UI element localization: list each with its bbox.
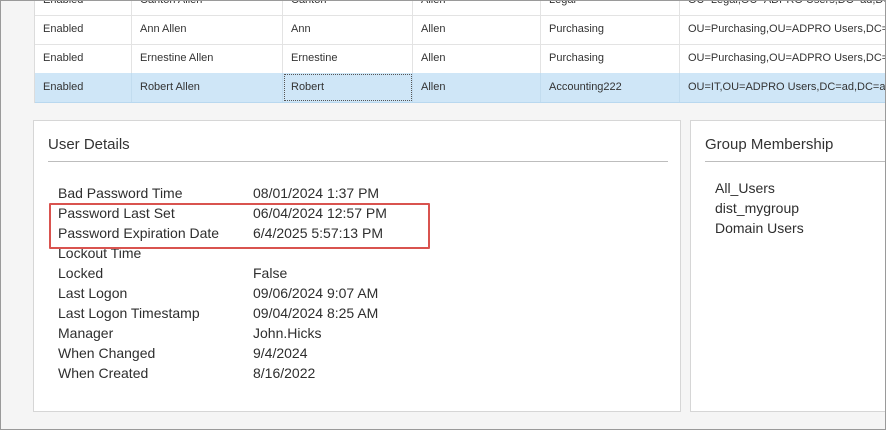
cell-first-name[interactable]: Canton xyxy=(283,1,413,15)
cell-last-name[interactable]: Allen xyxy=(413,44,541,73)
detail-value: 8/16/2022 xyxy=(253,365,316,381)
cell-ou[interactable]: OU=IT,OU=ADPRO Users,DC=ad,DC=a xyxy=(680,73,885,102)
cell-status[interactable]: Enabled xyxy=(35,44,132,73)
user-details-divider xyxy=(48,161,668,162)
cell-ou[interactable]: OU=Purchasing,OU=ADPRO Users,DC=a xyxy=(680,44,885,73)
cell-first-name[interactable]: Ann xyxy=(283,15,413,44)
table-row[interactable]: Enabled Canton Allen Canton Allen Legal OU=Le… xyxy=(35,1,885,16)
group-list-item[interactable]: All_Users xyxy=(715,178,775,198)
cell-department[interactable]: Purchasing xyxy=(541,44,680,73)
cell-display-name[interactable]: Robert Allen xyxy=(132,73,283,102)
cell-ou[interactable]: OU=Legal,OU=ADPRO Users,DC=ad,DC=a xyxy=(680,1,885,15)
detail-label: Locked xyxy=(58,265,104,281)
cell-last-name[interactable]: Allen xyxy=(413,73,541,102)
detail-value: False xyxy=(253,265,288,281)
group-membership-divider xyxy=(705,161,885,162)
cell-display-name[interactable]: Canton Allen xyxy=(132,1,283,15)
group-membership-title: Group Membership xyxy=(705,136,834,153)
table-row[interactable]: Enabled Robert Allen Robert Allen Accounting… xyxy=(35,73,885,103)
group-list-item[interactable]: dist_mygroup xyxy=(715,198,799,218)
window-frame: Enabled Canton Allen Canton Allen Legal OU=Le… xyxy=(0,0,886,430)
cell-department[interactable]: Purchasing xyxy=(541,15,680,44)
detail-label: Manager xyxy=(58,325,114,341)
detail-label: Last Logon Timestamp xyxy=(58,305,200,321)
cell-department[interactable]: Accounting222 xyxy=(541,73,680,102)
cell-status[interactable]: Enabled xyxy=(35,1,132,15)
detail-label: When Changed xyxy=(58,345,156,361)
detail-value: 9/4/2024 xyxy=(253,345,308,361)
cell-status[interactable]: Enabled xyxy=(35,73,132,102)
cell-first-name[interactable]: Robert xyxy=(283,73,413,102)
cell-status[interactable]: Enabled xyxy=(35,15,132,44)
detail-value: 09/04/2024 8:25 AM xyxy=(253,305,379,321)
cell-last-name[interactable]: Allen xyxy=(413,15,541,44)
table-row[interactable]: Enabled Ernestine Allen Ernestine Allen Purc… xyxy=(35,44,885,74)
cell-display-name[interactable]: Ernestine Allen xyxy=(132,44,283,73)
user-details-title: User Details xyxy=(48,136,130,153)
detail-value: 09/06/2024 9:07 AM xyxy=(253,285,379,301)
detail-value: John.Hicks xyxy=(253,325,322,341)
table-row[interactable]: Enabled Ann Allen Ann Allen Purchasing OU=Pur… xyxy=(35,15,885,45)
detail-label: Last Logon xyxy=(58,285,128,301)
detail-label: When Created xyxy=(58,365,149,381)
user-details-panel: User Details Bad Password Time 08/01/2024… xyxy=(33,120,681,412)
detail-value: 08/01/2024 1:37 PM xyxy=(253,185,380,201)
users-grid[interactable]: Enabled Canton Allen Canton Allen Legal OU=Le… xyxy=(34,1,885,103)
cell-ou[interactable]: OU=Purchasing,OU=ADPRO Users,DC=a xyxy=(680,15,885,44)
annotation-highlight-box xyxy=(49,203,430,249)
group-membership-panel: Group Membership All_Users dist_mygroup Do… xyxy=(690,120,885,412)
cell-last-name[interactable]: Allen xyxy=(413,1,541,15)
cell-display-name[interactable]: Ann Allen xyxy=(132,15,283,44)
cell-department[interactable]: Legal xyxy=(541,1,680,15)
cell-first-name[interactable]: Ernestine xyxy=(283,44,413,73)
group-list-item[interactable]: Domain Users xyxy=(715,218,804,238)
detail-label: Bad Password Time xyxy=(58,185,183,201)
